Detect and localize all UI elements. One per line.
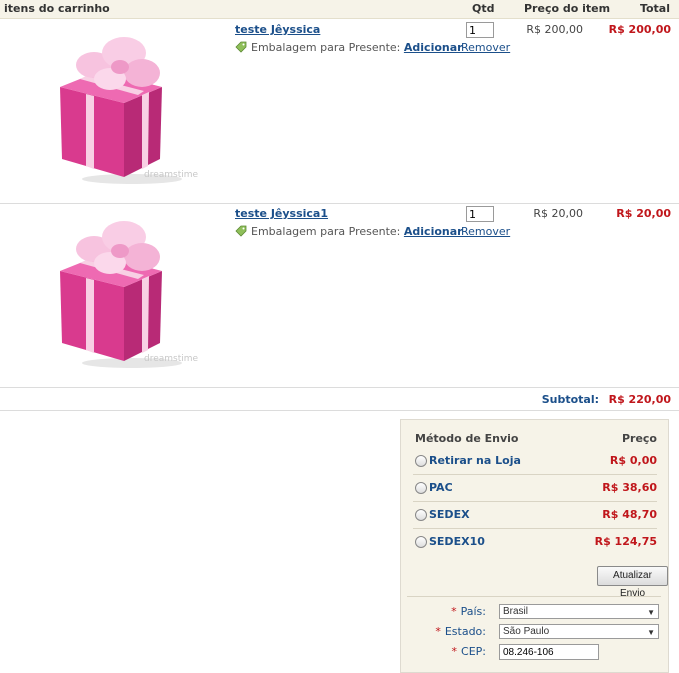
tag-icon (235, 225, 247, 237)
svg-text:dreamstime: dreamstime (144, 170, 199, 180)
svg-text:dreamstime: dreamstime (144, 354, 199, 364)
cart-header: itens do carrinho Qtd Preço do item Tota… (0, 0, 679, 19)
shipping-option-retirar[interactable]: Retirar na Loja R$ 0,00 (413, 448, 657, 475)
radio-button[interactable] (415, 536, 427, 548)
shipping-option-price: R$ 38,60 (602, 481, 657, 494)
shipping-option-sedex10[interactable]: SEDEX10 R$ 124,75 (413, 529, 657, 555)
state-label-text: Estado: (444, 625, 486, 638)
subtotal-row: Subtotal: R$ 220,00 (0, 388, 679, 411)
country-select[interactable]: Brasil ▼ (499, 604, 659, 619)
remove-item-link[interactable]: Remover (461, 225, 510, 238)
chevron-down-icon: ▼ (647, 628, 655, 637)
product-image[interactable]: dreamstime (52, 215, 222, 375)
country-label: * País: (451, 605, 486, 618)
shipping-panel: Método de Envio Preço Retirar na Loja R$… (400, 419, 669, 673)
shipping-option-sedex[interactable]: SEDEX R$ 48,70 (413, 502, 657, 529)
gift-wrap-label: Embalagem para Presente: (251, 41, 401, 54)
shipping-option-price: R$ 124,75 (594, 535, 657, 548)
state-select[interactable]: São Paulo ▼ (499, 624, 659, 639)
cart-item-row: dreamstime teste Jêyssica Embalagem para… (0, 19, 679, 204)
shipping-option-name: SEDEX (429, 508, 470, 521)
shipping-option-name: SEDEX10 (429, 535, 485, 548)
state-value: São Paulo (503, 626, 550, 637)
item-total: R$ 200,00 (608, 23, 671, 36)
cep-input[interactable] (499, 644, 599, 660)
total-column-header: Total (639, 2, 670, 15)
radio-button[interactable] (415, 509, 427, 521)
shipping-option-price: R$ 0,00 (609, 454, 657, 467)
gift-wrap-line: Embalagem para Presente: Adicionar (235, 225, 463, 238)
qty-column-header: Qtd (472, 2, 495, 15)
subtotal-label: Subtotal: (541, 393, 599, 406)
items-column-header: itens do carrinho (4, 2, 110, 15)
shipping-price-header: Preço (621, 432, 657, 445)
update-shipping-button[interactable]: Atualizar Envio (597, 566, 668, 599)
radio-button[interactable] (415, 455, 427, 467)
required-mark: * (435, 625, 441, 638)
add-gift-wrap-link[interactable]: Adicionar (404, 225, 463, 238)
quantity-input[interactable] (466, 22, 494, 38)
cart-item-row: dreamstime teste Jêyssica1 Embalagem par… (0, 203, 679, 388)
remove-item-link[interactable]: Remover (461, 41, 510, 54)
radio-button[interactable] (415, 482, 427, 494)
chevron-down-icon: ▼ (647, 608, 655, 617)
add-gift-wrap-link[interactable]: Adicionar (404, 41, 463, 54)
state-label: * Estado: (435, 625, 486, 638)
country-label-text: País: (460, 605, 486, 618)
item-price: R$ 200,00 (526, 23, 583, 36)
price-column-header: Preço do item (524, 2, 611, 15)
tag-icon (235, 41, 247, 53)
quantity-input[interactable] (466, 206, 494, 222)
country-value: Brasil (503, 606, 529, 617)
shipping-option-name: Retirar na Loja (429, 454, 521, 467)
product-name-link[interactable]: teste Jêyssica (235, 23, 320, 36)
shipping-option-pac[interactable]: PAC R$ 38,60 (413, 475, 657, 502)
required-mark: * (451, 645, 458, 658)
shipping-method-header: Método de Envio (415, 432, 519, 445)
shipping-header: Método de Envio Preço (415, 432, 657, 445)
gift-wrap-line: Embalagem para Presente: Adicionar (235, 41, 463, 54)
divider (407, 596, 661, 597)
product-image[interactable]: dreamstime (52, 31, 222, 191)
shipping-option-name: PAC (429, 481, 453, 494)
cep-label-text: CEP: (461, 645, 486, 658)
shipping-option-price: R$ 48,70 (602, 508, 657, 521)
item-total: R$ 20,00 (616, 207, 671, 220)
subtotal-value: R$ 220,00 (608, 393, 671, 406)
cep-label: * CEP: (452, 645, 486, 658)
required-mark: * (451, 605, 457, 618)
gift-wrap-label: Embalagem para Presente: (251, 225, 401, 238)
item-price: R$ 20,00 (533, 207, 583, 220)
product-name-link[interactable]: teste Jêyssica1 (235, 207, 328, 220)
